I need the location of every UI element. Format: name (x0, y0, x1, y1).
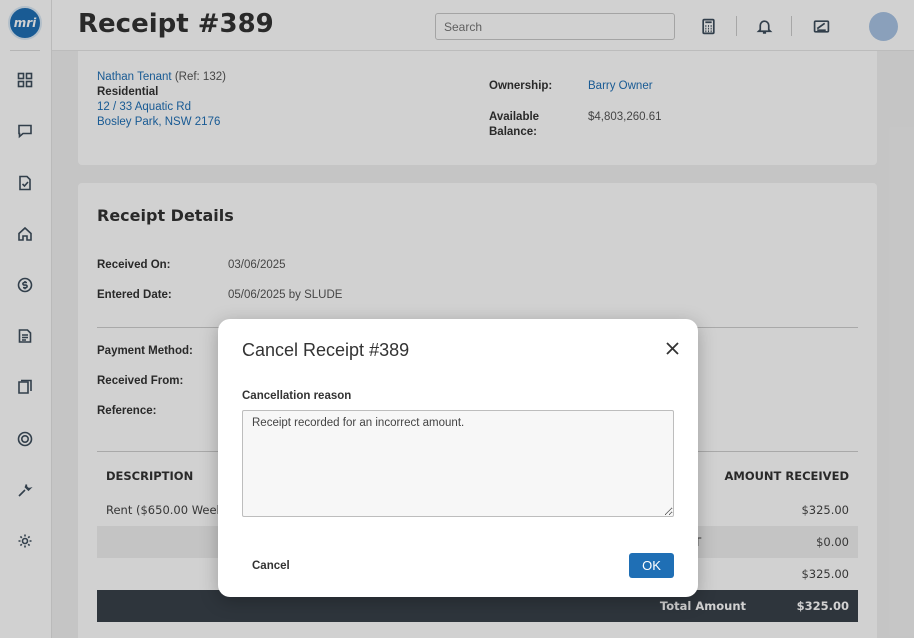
cancellation-reason-label: Cancellation reason (242, 390, 352, 402)
ok-button[interactable]: OK (629, 553, 674, 578)
cancel-receipt-dialog: Cancel Receipt #389 Cancellation reason … (218, 319, 698, 597)
close-icon[interactable] (662, 338, 682, 358)
dialog-title: Cancel Receipt #389 (242, 340, 410, 360)
cancellation-reason-input[interactable]: Receipt recorded for an incorrect amount… (242, 410, 674, 517)
cancel-button[interactable]: Cancel (242, 555, 300, 577)
